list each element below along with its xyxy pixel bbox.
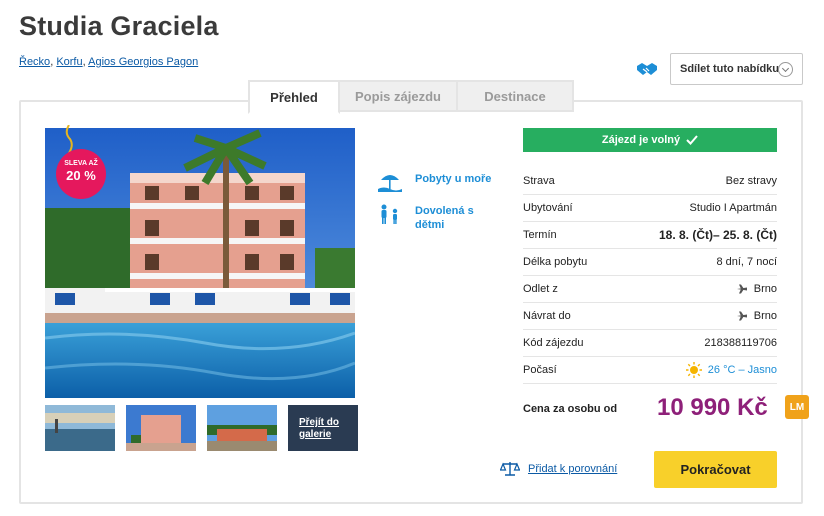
breadcrumb: Řecko, Korfu, Agios Georgios Pagon xyxy=(19,56,199,68)
handshake-icon xyxy=(637,63,657,75)
price-label: Cena za osobu od xyxy=(523,403,618,415)
feature-family-holiday-label: Dovolená s dětmi xyxy=(415,205,474,231)
feature-family-holiday[interactable]: Dovolená s dětmi xyxy=(378,204,505,232)
feature-beach-stays[interactable]: Pobyty u moře xyxy=(378,172,505,192)
hotel-title: Studia Graciela xyxy=(19,11,219,41)
discount-badge-label: SLEVA AŽ xyxy=(64,160,98,167)
feature-list: Pobyty u moře Dovolená s dětmi xyxy=(378,172,505,244)
info-value: Studio I Apartmán xyxy=(689,202,777,214)
discount-badge: SLEVA AŽ 20 % xyxy=(56,149,106,199)
info-row-return: Návrat do Brno xyxy=(523,303,777,330)
info-label: Strava xyxy=(523,175,555,187)
thumbnail-1[interactable] xyxy=(45,405,115,451)
info-label: Počasí xyxy=(523,364,557,376)
chevron-down-icon xyxy=(778,62,793,77)
add-to-compare-label: Přidat k porovnání xyxy=(528,463,618,475)
photo-thumbnails: Přejít do galerie xyxy=(45,405,358,451)
discount-badge-value: 20 % xyxy=(66,168,96,183)
info-value-wrap: Brno xyxy=(736,310,777,322)
share-button[interactable]: Sdílet tuto nabídku xyxy=(670,53,803,85)
availability-status: Zájezd je volný xyxy=(523,128,777,152)
gallery-link-label: Přejít do galerie xyxy=(299,417,340,440)
breadcrumb-link-island[interactable]: Korfu xyxy=(56,56,82,68)
thumbnail-2[interactable] xyxy=(126,405,196,451)
availability-status-label: Zájezd je volný xyxy=(601,134,681,146)
breadcrumb-link-resort[interactable]: Agios Georgios Pagon xyxy=(88,56,198,68)
info-value: Brno xyxy=(753,283,777,295)
tab-overview[interactable]: Přehled xyxy=(248,80,340,114)
info-value: 18. 8. (Čt)– 25. 8. (Čt) xyxy=(658,228,777,242)
info-label: Návrat do xyxy=(523,310,571,322)
feature-beach-stays-label: Pobyty u moře xyxy=(415,173,492,185)
info-value-wrap: Brno xyxy=(736,283,777,295)
info-value: Brno xyxy=(753,310,777,322)
family-icon xyxy=(381,204,398,224)
info-row-board: Strava Bez stravy xyxy=(523,168,777,195)
info-label: Ubytování xyxy=(523,202,573,214)
continue-button[interactable]: Pokračovat xyxy=(654,451,777,488)
sun-icon xyxy=(685,362,702,378)
beach-umbrella-icon xyxy=(378,175,402,192)
trip-info-table: Strava Bez stravy Ubytování Studio I Apa… xyxy=(523,168,777,384)
tab-trip-description[interactable]: Popis zájezdu xyxy=(338,80,458,112)
info-row-weather: Počasí 26 °C – Jasno xyxy=(523,357,777,384)
info-value: 26 °C – Jasno xyxy=(707,364,777,376)
info-row-date: Termín 18. 8. (Čt)– 25. 8. (Čt) xyxy=(523,222,777,249)
last-minute-badge: LM xyxy=(785,395,809,419)
tab-destination[interactable]: Destinace xyxy=(456,80,574,112)
info-label: Kód zájezdu xyxy=(523,337,584,349)
info-row-accommodation: Ubytování Studio I Apartmán xyxy=(523,195,777,222)
tab-bar: Přehled Popis zájezdu Destinace xyxy=(248,80,574,114)
thumbnail-3[interactable] xyxy=(207,405,277,451)
checkmark-icon xyxy=(686,135,698,145)
airplane-icon xyxy=(736,284,747,294)
info-value: 8 dní, 7 nocí xyxy=(716,256,777,268)
info-label: Termín xyxy=(523,229,557,241)
add-to-compare-link[interactable]: Přidat k porovnání xyxy=(500,461,617,477)
info-value: 218388119706 xyxy=(704,337,777,349)
info-value: Bez stravy xyxy=(725,175,777,187)
info-row-departure: Odlet z Brno xyxy=(523,276,777,303)
info-value-wrap: 26 °C – Jasno xyxy=(685,362,777,378)
info-label: Odlet z xyxy=(523,283,558,295)
info-row-trip-code: Kód zájezdu 218388119706 xyxy=(523,330,777,357)
share-button-label: Sdílet tuto nabídku xyxy=(680,63,779,75)
scales-icon xyxy=(500,462,520,476)
breadcrumb-link-country[interactable]: Řecko xyxy=(19,56,50,68)
airplane-icon xyxy=(736,311,747,321)
gallery-link[interactable]: Přejít do galerie xyxy=(288,405,358,451)
info-label: Délka pobytu xyxy=(523,256,588,268)
price-value: 10 990 Kč xyxy=(657,394,768,421)
info-row-duration: Délka pobytu 8 dní, 7 nocí xyxy=(523,249,777,276)
